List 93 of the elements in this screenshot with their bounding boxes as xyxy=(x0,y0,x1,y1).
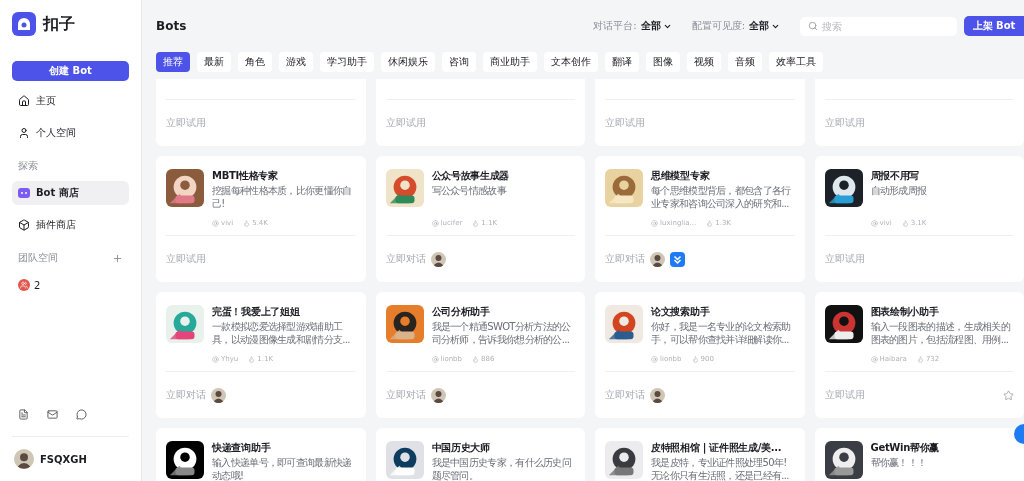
team-item[interactable]: 2 xyxy=(34,279,41,291)
add-icon[interactable] xyxy=(112,252,123,264)
logo-icon xyxy=(12,12,36,36)
bot-description: 一款模拟恋爱选择型游戏辅助工具，以动漫图像生成和剧情分支... xyxy=(212,320,351,346)
nav-item[interactable]: 插件商店 xyxy=(12,213,129,237)
bot-title: MBTI性格专家 xyxy=(212,169,279,183)
publish-button[interactable]: 上架 Bot xyxy=(964,16,1024,36)
at-icon xyxy=(431,355,439,363)
flame-icon xyxy=(691,355,699,363)
bot-description: 每个思维模型背后，都包含了各行业专家和咨询公司深入的研究和... xyxy=(651,184,792,210)
page-title: Bots xyxy=(156,19,188,33)
category-tab[interactable]: 视频 xyxy=(687,52,721,72)
avatar-icon xyxy=(650,251,665,267)
at-icon xyxy=(651,355,658,363)
bot-title: 公众号故事生成器 xyxy=(431,169,511,183)
bot-description: 帮你赢！！！ xyxy=(870,456,928,469)
at-icon xyxy=(212,219,219,227)
bot-description: 你好，我是一名专业的论文检索助手，可以帮你查找并详细解读你... xyxy=(651,320,792,346)
avatar-icon xyxy=(430,251,446,267)
filter-label: 对话平台: xyxy=(593,19,637,33)
bot-description: 我是中国历史专家，有什么历史问题尽管问。 xyxy=(431,456,572,481)
bot-description: 写公众号情感故事 xyxy=(431,184,508,197)
bot-description: 我是一个精通SWOT分析方法的公司分析师，告诉我你想分析的公... xyxy=(431,320,572,346)
category-tab[interactable]: 效率工具 xyxy=(769,52,823,72)
nav-item[interactable]: Bot 商店 xyxy=(12,181,129,205)
bot-description: 我是皮特，专业证件照处理50年! 无论你只有生活照，还是已经有... xyxy=(651,456,790,481)
flame-icon xyxy=(916,355,924,363)
category-tab[interactable]: 最新 xyxy=(197,52,231,72)
flame-icon xyxy=(472,219,480,227)
at-icon xyxy=(870,355,878,363)
at-icon xyxy=(212,355,219,363)
at-icon xyxy=(651,219,658,227)
bot-title: 图表绘制小助手 xyxy=(870,305,940,319)
flame-icon xyxy=(472,355,479,363)
bot-card[interactable]: 皮特照相馆 | 证件照生成/美... 我是皮特，专业证件照处理50年! 无论你只有生活照，还是已经有... xyxy=(595,428,805,481)
flame-icon xyxy=(243,219,251,227)
bot-icon xyxy=(18,188,30,198)
category-tab[interactable]: 图像 xyxy=(646,52,680,72)
section-heading: 探索 xyxy=(18,159,38,173)
search-field[interactable]: 搜索 xyxy=(800,16,957,36)
bot-title: 论文搜索助手 xyxy=(651,305,711,319)
avatar-icon xyxy=(211,387,226,403)
filter-dropdown[interactable]: 全部 xyxy=(640,19,672,33)
bot-card[interactable]: GetWin帮你赢 帮你赢！！！ xyxy=(814,428,1024,481)
filter-dropdown[interactable]: 全部 xyxy=(749,19,780,33)
nav-item[interactable]: 个人空间 xyxy=(12,121,129,145)
star-icon[interactable] xyxy=(1003,389,1014,401)
category-tab[interactable]: 游戏 xyxy=(279,52,313,72)
chevrons-down-icon xyxy=(670,251,685,267)
flame-icon xyxy=(706,219,714,227)
flame-icon xyxy=(248,355,256,363)
bot-title: 周报不用写 xyxy=(870,169,920,183)
avatar-icon xyxy=(14,449,34,469)
category-tab[interactable]: 推荐 xyxy=(156,52,190,72)
home-icon xyxy=(18,95,30,107)
bot-title: 完蛋！我爱上了姐姐 xyxy=(212,305,301,319)
bot-title: 思维模型专家 xyxy=(651,169,711,183)
user-icon xyxy=(18,127,30,139)
bot-description: 输入快递单号，即可查询最新快递动态哦! xyxy=(212,456,353,481)
app-name: 扣子 xyxy=(43,13,75,35)
bot-title: 中国历史大师 xyxy=(431,441,491,455)
section-heading: 团队空间 xyxy=(18,251,58,265)
category-tab[interactable]: 商业助手 xyxy=(483,52,537,72)
flame-icon xyxy=(901,219,909,227)
user-name: FSQXGH xyxy=(40,453,87,465)
bot-title: GetWin帮你赢 xyxy=(870,441,941,455)
category-tab[interactable]: 角色 xyxy=(238,52,272,72)
bot-card[interactable]: 中国历史大师 我是中国历史专家，有什么历史问题尽管问。 xyxy=(375,428,585,481)
avatar-icon xyxy=(650,387,665,403)
category-tab[interactable]: 文本创作 xyxy=(544,52,598,72)
category-tab[interactable]: 翻译 xyxy=(605,52,639,72)
chat-icon[interactable] xyxy=(76,409,87,420)
bot-title: 皮特照相馆 | 证件照生成/美... xyxy=(651,441,783,455)
bot-description: 输入一段图表的描述，生成相关的图表的图片，包括流程图、用例... xyxy=(870,320,1011,346)
bot-title: 快递查询助手 xyxy=(212,441,272,455)
category-tab[interactable]: 咨询 xyxy=(442,52,476,72)
bot-card[interactable]: 快递查询助手 输入快递单号，即可查询最新快递动态哦! xyxy=(156,428,366,481)
mail-icon[interactable] xyxy=(47,409,58,420)
search-icon xyxy=(808,20,818,31)
avatar-icon xyxy=(430,387,446,403)
at-icon xyxy=(431,219,439,227)
cube-icon xyxy=(18,219,30,231)
bot-description: 自动形成周报 xyxy=(870,184,928,197)
at-icon xyxy=(870,219,878,227)
filter-label: 配置可见度: xyxy=(691,19,745,33)
bot-title: 公司分析助手 xyxy=(431,305,491,319)
category-tab[interactable]: 休闲娱乐 xyxy=(381,52,435,72)
bot-description: 挖掘每种性格本质，比你更懂你自己! xyxy=(212,184,353,210)
document-icon[interactable] xyxy=(18,409,29,420)
nav-item[interactable]: 主页 xyxy=(12,89,129,113)
category-tab[interactable]: 学习助手 xyxy=(320,52,374,72)
category-tab[interactable]: 音频 xyxy=(728,52,762,72)
create-bot-button[interactable]: 创建 Bot xyxy=(12,61,129,81)
